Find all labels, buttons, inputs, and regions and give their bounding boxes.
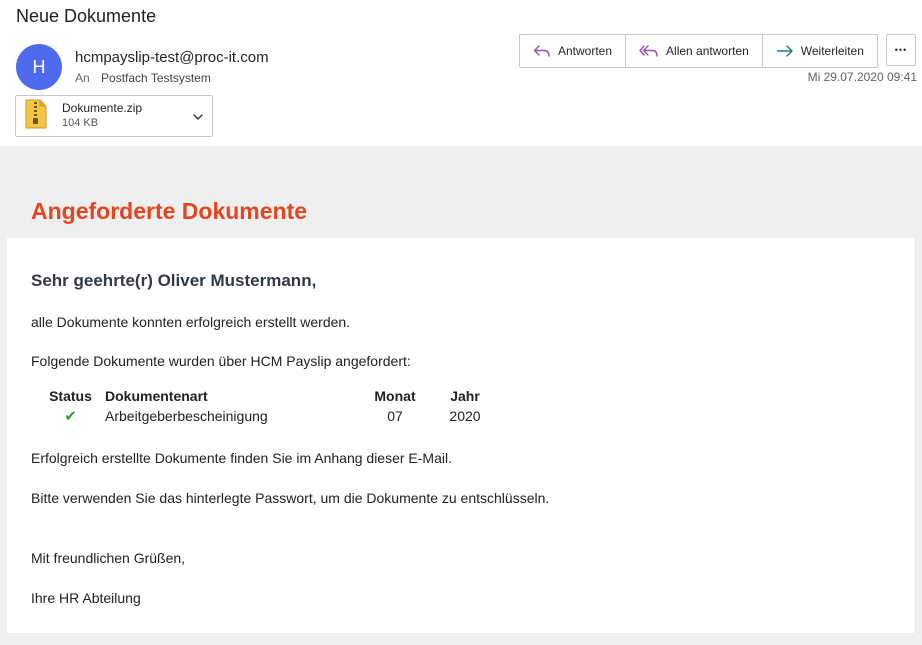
reply-button[interactable]: Antworten [520, 35, 627, 67]
avatar-initial: H [32, 56, 46, 77]
message-actions: Antworten Allen antworten Weiterleiten [519, 34, 878, 68]
reply-all-label: Allen antworten [666, 44, 749, 58]
message-body: Angeforderte Dokumente Sehr geehrte(r) O… [0, 146, 922, 645]
received-date: Mi 29.07.2020 09:41 [807, 70, 917, 84]
documents-table: Status Dokumentenart Monat Jahr ✔ Arbeit… [41, 387, 500, 427]
attachment-card[interactable]: Dokumente.zip 104 KB [15, 95, 213, 137]
chevron-down-icon[interactable] [192, 110, 204, 128]
recipient-line: An Postfach Testsystem [75, 71, 211, 85]
zip-file-icon [16, 99, 48, 134]
header-status: Status [49, 388, 92, 404]
sender-address[interactable]: hcmpayslip-test@proc-it.com [75, 49, 269, 66]
table-row: ✔ Arbeitgeberbescheinigung 07 2020 [41, 405, 500, 427]
attachment-name: Dokumente.zip [62, 101, 143, 115]
paragraph-password: Bitte verwenden Sie das hinterlegte Pass… [31, 490, 550, 506]
table-header-row: Status Dokumentenart Monat Jahr [41, 387, 500, 405]
status-cell: ✔ [41, 405, 100, 427]
reply-icon [533, 44, 551, 58]
attachment-info: Dokumente.zip 104 KB [62, 101, 142, 131]
document-type-cell: Arbeitgeberbescheinigung [105, 408, 268, 424]
paragraph-success: alle Dokumente konnten erfolgreich erste… [31, 314, 351, 330]
closing-line: Mit freundlichen Grüßen, [31, 550, 186, 566]
header-year: Jahr [450, 388, 480, 404]
message-content-card: Sehr geehrte(r) Oliver Mustermann, alle … [7, 238, 914, 633]
paragraph-attachment-info: Erfolgreich erstellte Dokumente finden S… [31, 450, 452, 466]
signature: Ihre HR Abteilung [31, 590, 141, 606]
email-subject: Neue Dokumente [16, 6, 157, 26]
banner-title: Angeforderte Dokumente [31, 198, 308, 224]
to-label: An [75, 71, 90, 85]
greeting: Sehr geehrte(r) Oliver Mustermann, [31, 271, 317, 290]
sender-avatar[interactable]: H [16, 44, 62, 90]
reply-all-icon [639, 44, 659, 58]
header-document-type: Dokumentenart [105, 388, 208, 404]
paragraph-requested: Folgende Dokumente wurden über HCM Paysl… [31, 353, 411, 369]
reply-label: Antworten [558, 44, 613, 58]
forward-label: Weiterleiten [800, 44, 864, 58]
more-icon: ••• [894, 45, 908, 55]
forward-button[interactable]: Weiterleiten [763, 35, 877, 67]
recipient-name[interactable]: Postfach Testsystem [101, 71, 211, 85]
reply-all-button[interactable]: Allen antworten [626, 35, 763, 67]
month-cell: 07 [387, 408, 403, 424]
header-month: Monat [374, 388, 416, 404]
attachment-size: 104 KB [62, 117, 99, 129]
year-cell: 2020 [449, 408, 481, 424]
forward-icon [776, 44, 794, 58]
more-actions-button[interactable]: ••• [886, 34, 916, 66]
checkmark-icon: ✔ [64, 408, 77, 425]
